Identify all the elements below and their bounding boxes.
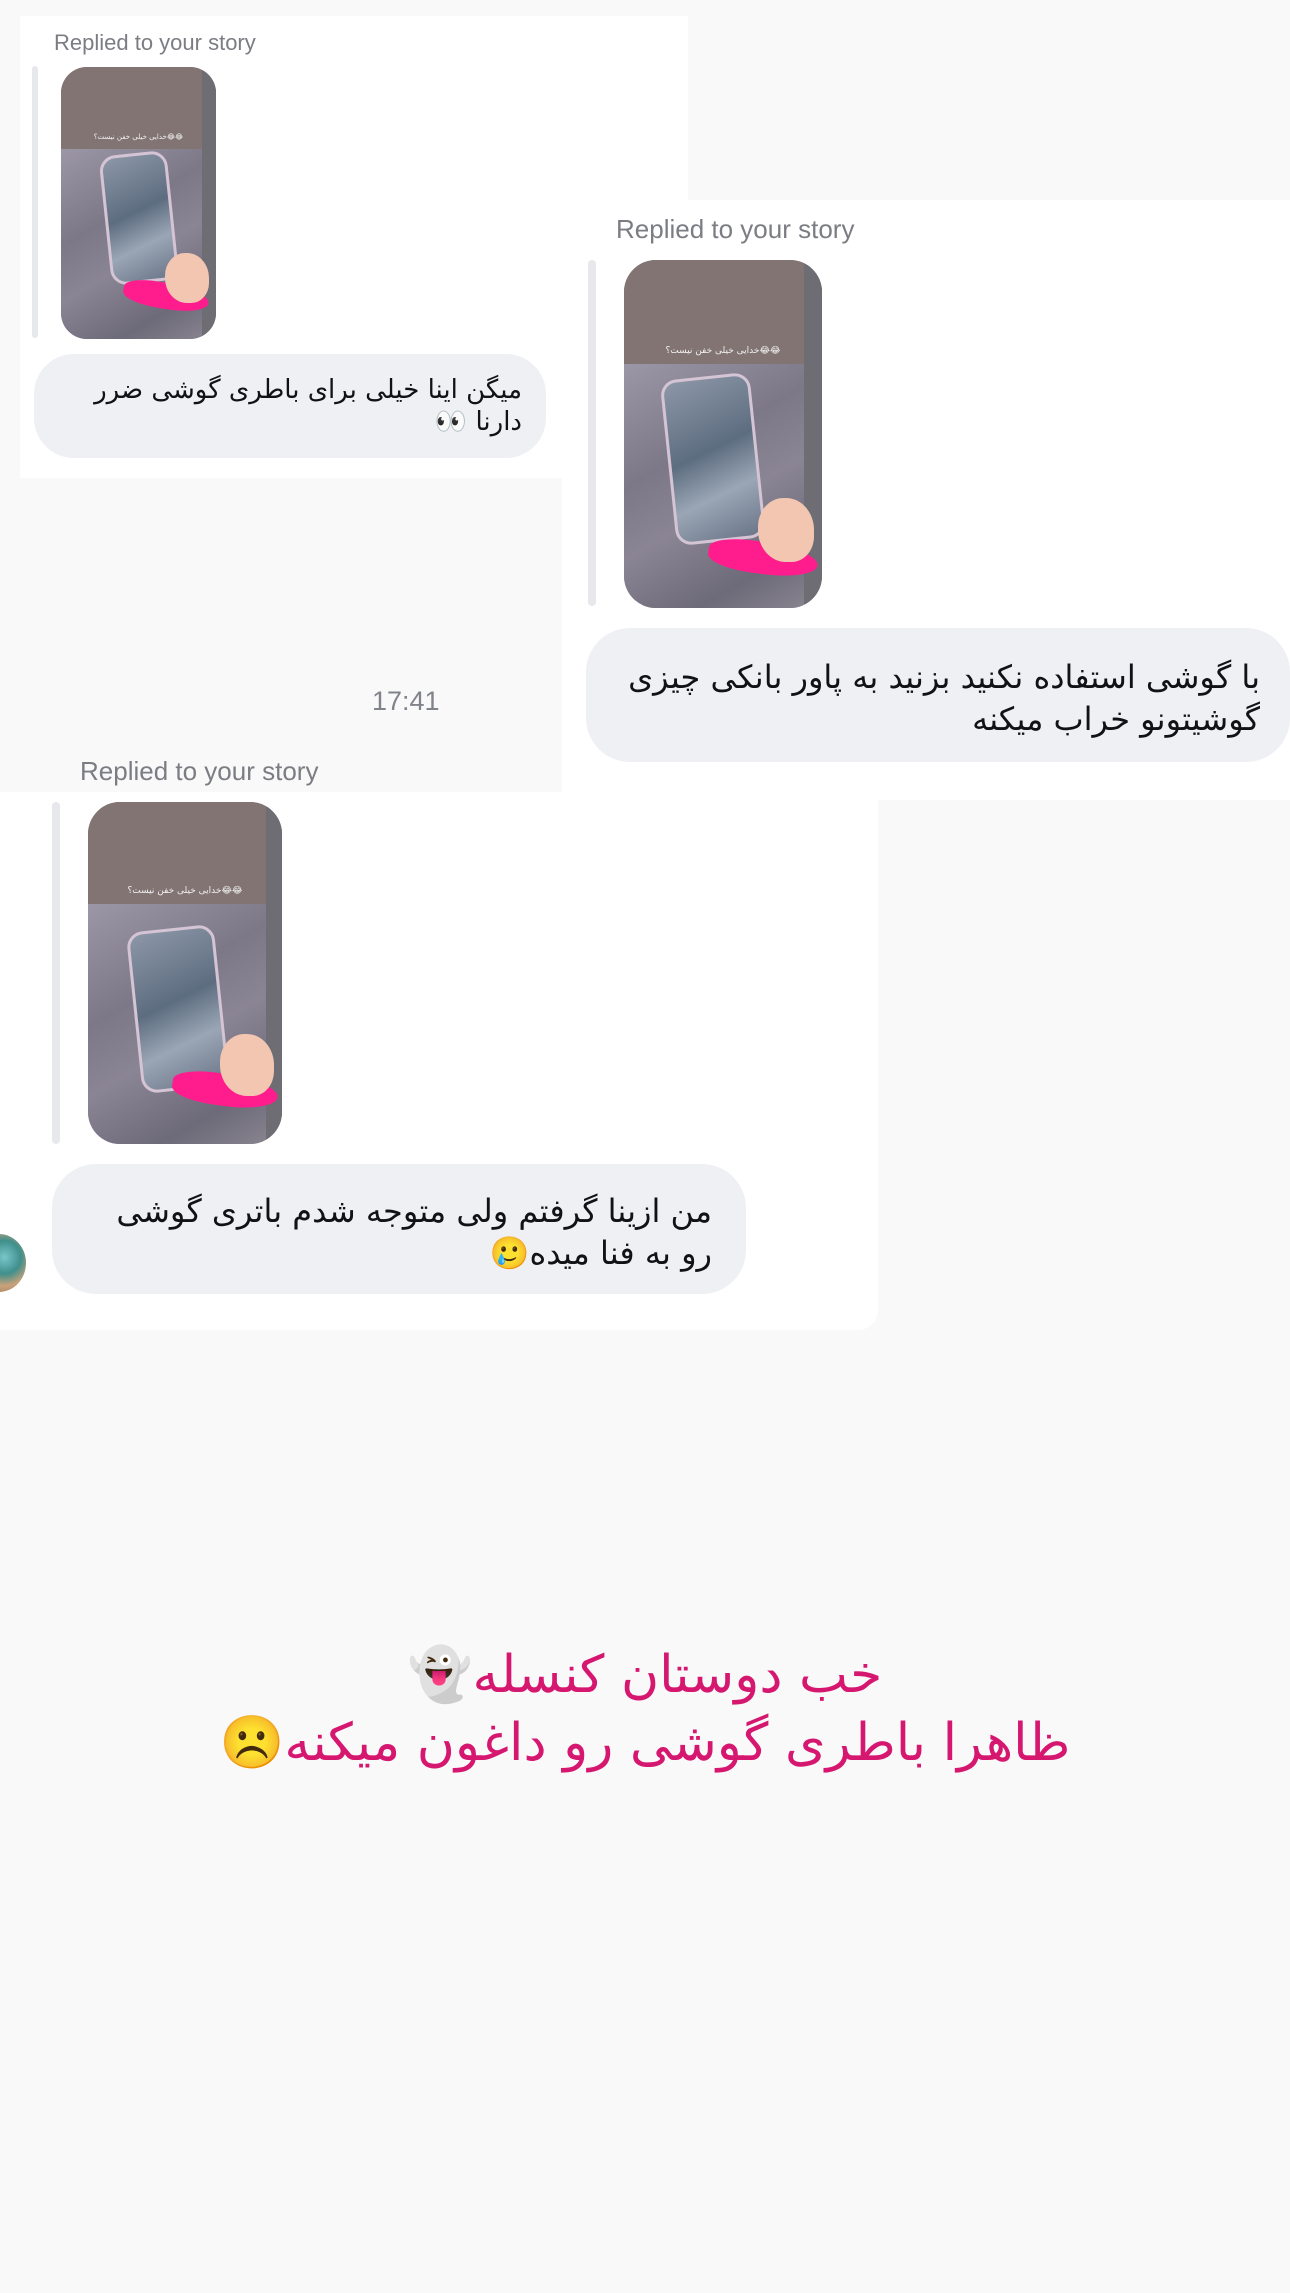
message-text: با گوشی استفاده نکنید بزنید به پاور بانک… [628, 658, 1260, 738]
replied-to-story-label: Replied to your story [54, 30, 256, 55]
story-thumbnail[interactable]: خدایی خیلی خفن نیست؟😂😂 [88, 802, 282, 1144]
story-quote-bar [588, 260, 596, 606]
story-overlay-line-2: ظاهرا باطری گوشی رو داغون میکنه☹️ [219, 1713, 1071, 1773]
message-bubble[interactable]: میگن اینا خیلی برای باطری گوشی ضرر دارنا… [34, 354, 546, 458]
story-thumbnail[interactable]: خدایی خیلی خفن نیست؟😂😂 [624, 260, 822, 608]
message-text: میگن اینا خیلی برای باطری گوشی ضرر دارنا… [94, 375, 522, 437]
story-quote-bar [52, 802, 60, 1144]
story-overlay-line-1: خب دوستان کنسله👻 [407, 1645, 883, 1705]
story-caption: خدایی خیلی خفن نیست؟😂😂 [665, 346, 781, 356]
story-caption: خدایی خیلی خفن نیست؟😂😂 [127, 886, 243, 896]
story-thumbnail[interactable]: خدایی خیلی خفن نیست؟😂😂 [61, 67, 216, 339]
timestamp: 17:41 [372, 686, 440, 716]
message-bubble[interactable]: من ازینا گرفتم ولی متوجه شدم باتری گوشی … [52, 1164, 746, 1294]
story-quote-bar [32, 66, 38, 338]
story-caption: خدایی خیلی خفن نیست؟😂😂 [93, 133, 184, 141]
message-bubble[interactable]: با گوشی استفاده نکنید بزنید به پاور بانک… [586, 628, 1290, 762]
message-text: من ازینا گرفتم ولی متوجه شدم باتری گوشی … [116, 1192, 712, 1272]
replied-to-story-label: Replied to your story [616, 214, 855, 244]
replied-to-story-label: Replied to your story [80, 756, 319, 786]
